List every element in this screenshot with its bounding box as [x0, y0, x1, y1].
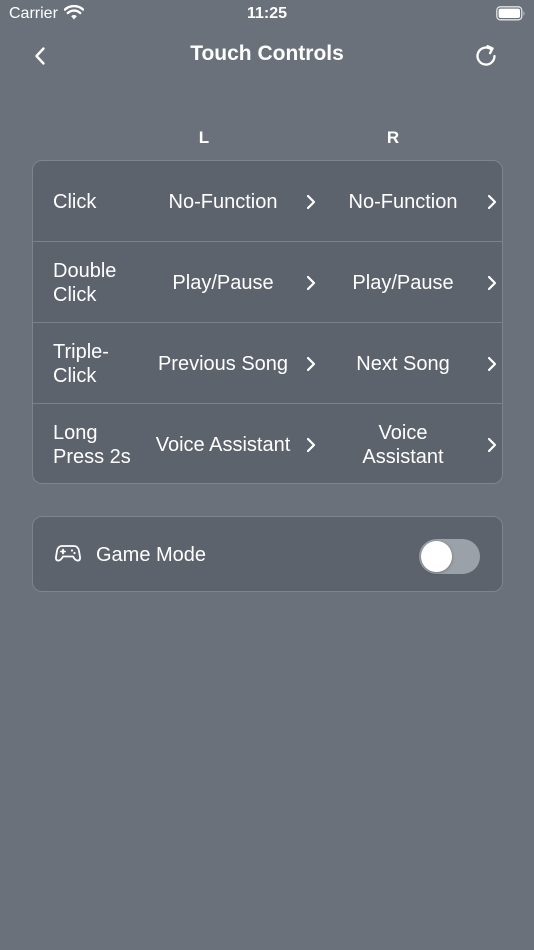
control-row-long-press: Long Press 2s Voice Assistant Voice Assist… — [33, 404, 502, 483]
page-title: Touch Controls — [190, 42, 344, 65]
left-action-selector[interactable]: No-Function — [133, 161, 316, 242]
battery-icon — [496, 6, 526, 26]
gamepad-icon — [55, 543, 81, 568]
left-action-value: No-Function — [168, 190, 278, 213]
touch-controls-card: Click No-Function No-Function Double Clic… — [32, 160, 503, 484]
chevron-right-icon — [482, 192, 502, 212]
left-action-selector[interactable]: Play/Pause — [133, 242, 316, 323]
right-action-value: Next Song — [356, 352, 450, 375]
right-action-value: Play/Pause — [352, 271, 454, 294]
control-row-click: Click No-Function No-Function — [33, 161, 502, 242]
left-action-value: Voice Assistant — [155, 433, 291, 456]
status-bar: Carrier 11:25 — [0, 0, 534, 30]
right-action-selector[interactable]: Voice Assistant — [313, 404, 497, 483]
game-mode-toggle[interactable] — [419, 539, 480, 574]
control-row-double-click: Double Click Play/Pause Play/Pause — [33, 242, 502, 323]
chevron-right-icon — [482, 273, 502, 293]
column-header-left: L — [198, 128, 210, 147]
left-action-selector[interactable]: Voice Assistant — [133, 404, 316, 483]
right-action-selector[interactable]: No-Function — [313, 161, 497, 242]
game-mode-card: Game Mode — [32, 516, 503, 592]
right-action-value: No-Function — [348, 190, 458, 213]
chevron-right-icon — [482, 435, 502, 455]
refresh-icon — [476, 45, 496, 66]
toggle-knob — [421, 541, 452, 572]
left-action-value: Play/Pause — [172, 271, 274, 294]
column-header-right: R — [386, 128, 400, 147]
right-action-selector[interactable]: Play/Pause — [313, 242, 497, 323]
right-action-value: Voice Assistant — [362, 421, 444, 468]
reset-button[interactable] — [470, 40, 502, 72]
left-action-selector[interactable]: Previous Song — [133, 323, 316, 404]
chevron-right-icon — [482, 354, 502, 374]
right-action-selector[interactable]: Next Song — [313, 323, 497, 404]
control-row-triple-click: Triple- Click Previous Song Next Song — [33, 323, 502, 404]
status-time: 11:25 — [246, 5, 288, 22]
navigation-bar: Touch Controls — [0, 36, 534, 76]
left-action-value: Previous Song — [157, 352, 289, 375]
game-mode-label: Game Mode — [96, 543, 207, 566]
